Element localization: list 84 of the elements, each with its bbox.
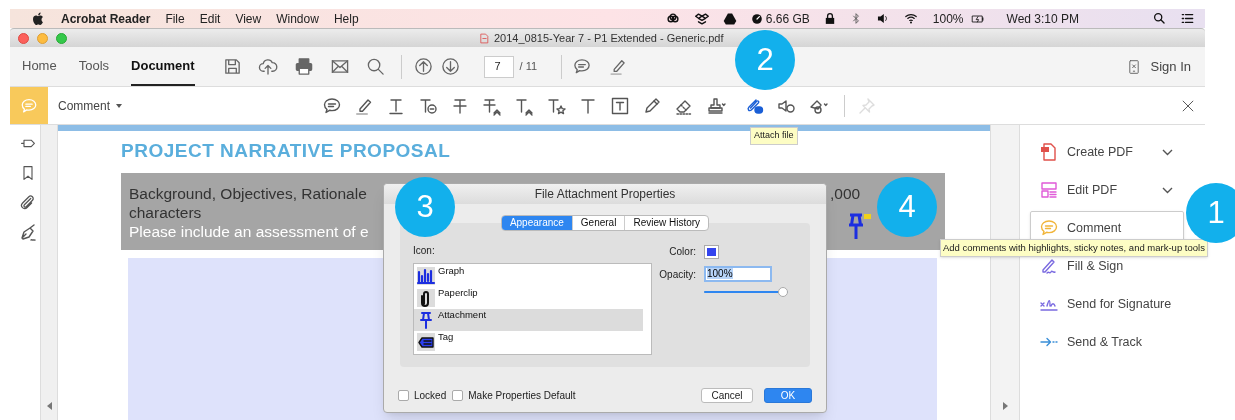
apple-logo-icon[interactable]: [32, 11, 44, 26]
pen-signature-icon[interactable]: [18, 223, 38, 243]
arrow-down-circle-icon[interactable]: [440, 57, 460, 76]
caret-icon: [116, 103, 122, 108]
icon-label: Icon:: [413, 244, 436, 258]
comment-menu-button[interactable]: Comment: [58, 96, 122, 115]
close-icon[interactable]: [1181, 98, 1195, 113]
arrow-up-circle-icon[interactable]: [413, 57, 433, 76]
storage-reading[interactable]: 6.66 GB: [765, 9, 810, 28]
cloud-upload-icon[interactable]: [257, 57, 278, 76]
envelope-icon[interactable]: [329, 57, 350, 76]
pushpin-annotation-icon[interactable]: [846, 212, 872, 242]
tool-panel-item[interactable]: Send for Signature: [1030, 287, 1184, 321]
ok-button[interactable]: OK: [764, 388, 812, 403]
menu-item[interactable]: View: [235, 9, 262, 28]
heading-text: characters: [129, 203, 202, 222]
tooltip: Attach file: [750, 127, 798, 145]
menu-item[interactable]: Help: [333, 9, 359, 28]
wifi-icon[interactable]: [902, 12, 919, 25]
dialog-tab[interactable]: General: [571, 216, 625, 230]
checkbox[interactable]: [452, 390, 464, 401]
layout-icon: [1039, 180, 1059, 200]
bar-chart-icon: [416, 266, 436, 286]
checkbox-label: Make Properties Default: [468, 389, 576, 403]
color-label: Color:: [668, 245, 696, 259]
triangle-icon[interactable]: [722, 11, 737, 26]
pdf-file-icon: [479, 31, 490, 45]
lock-icon[interactable]: [823, 12, 836, 25]
toolbar-tab[interactable]: Tools: [78, 47, 110, 86]
icon-list-item[interactable]: Paperclip: [414, 287, 643, 309]
icon-list-item[interactable]: Graph: [414, 265, 643, 287]
page-total: / 11: [519, 59, 538, 75]
opacity-field[interactable]: 100%: [704, 266, 772, 282]
pdf-document-icon: [1039, 142, 1059, 162]
document-title: PROJECT NARRATIVE PROPOSAL: [121, 140, 452, 162]
collapse-arrow-icon[interactable]: [46, 402, 52, 410]
chevron-down-icon: [1162, 148, 1173, 156]
icon-list-item[interactable]: Attachment: [414, 309, 643, 331]
battery-percent[interactable]: 100%: [932, 9, 964, 28]
menu-item[interactable]: File: [165, 9, 185, 28]
tool-panel-item[interactable]: Edit PDF: [1030, 173, 1184, 207]
paperclip-icon: [416, 288, 436, 308]
clock[interactable]: Wed 3:10 PM: [1006, 9, 1079, 28]
icon-list-item[interactable]: Tag: [414, 331, 643, 353]
app-name[interactable]: Acrobat Reader: [61, 9, 151, 28]
text-box-icon[interactable]: [610, 95, 630, 116]
tooltip: Add comments with highlights, sticky notes, and mark-up tools: [940, 239, 1208, 258]
speaker-icon[interactable]: [875, 12, 889, 25]
bookmark-icon[interactable]: [20, 163, 36, 183]
checkbox[interactable]: [398, 390, 409, 401]
window-title: 2014_0815-Year 7 - P1 Extended - Generic.pdf: [494, 30, 724, 46]
speech-bubble-icon: [1039, 218, 1059, 238]
page-number-field[interactable]: 7: [483, 55, 514, 78]
dialog-tab[interactable]: Review History: [624, 216, 709, 230]
heading-text: ,000: [830, 184, 861, 203]
tool-panel-item[interactable]: Create PDF: [1030, 135, 1184, 169]
cancel-button[interactable]: Cancel: [701, 388, 753, 403]
speech-bubble-icon: [19, 96, 39, 115]
tag-icon: [416, 332, 436, 352]
menu-item[interactable]: Window: [276, 9, 319, 28]
box-icon[interactable]: [694, 11, 709, 26]
menu-item[interactable]: Edit: [199, 9, 221, 28]
expand-arrow-icon[interactable]: [1002, 402, 1008, 410]
dialog-tab[interactable]: Appearance: [501, 216, 572, 230]
stamp-icon[interactable]: [706, 95, 726, 116]
speech-bubble-icon[interactable]: [572, 57, 593, 76]
toolbar-tab[interactable]: Home: [10, 47, 57, 86]
chevron-down-icon: [1162, 186, 1173, 194]
list-icon[interactable]: [1180, 12, 1195, 25]
tool-panel-item[interactable]: Send & Track: [1030, 325, 1184, 359]
checkbox-label: Locked: [414, 389, 447, 403]
speech-bubble-icon[interactable]: [322, 95, 342, 116]
search-icon[interactable]: [1153, 12, 1166, 25]
color-swatch[interactable]: [704, 244, 719, 259]
gauge-icon[interactable]: [750, 12, 763, 25]
save-icon[interactable]: [222, 57, 242, 76]
close-button[interactable]: [18, 32, 29, 44]
opacity-slider[interactable]: [704, 287, 788, 297]
printer-icon[interactable]: [293, 57, 314, 76]
heading-text: Background, Objectives, Rationale: [129, 184, 367, 203]
opacity-label: Opacity:: [658, 267, 696, 282]
icon-list[interactable]: Graph Paperclip Attachment Tag: [413, 263, 652, 355]
sign-in-link[interactable]: Sign In: [1150, 56, 1191, 77]
instruction-text: Please include an assessment of e: [129, 222, 369, 241]
